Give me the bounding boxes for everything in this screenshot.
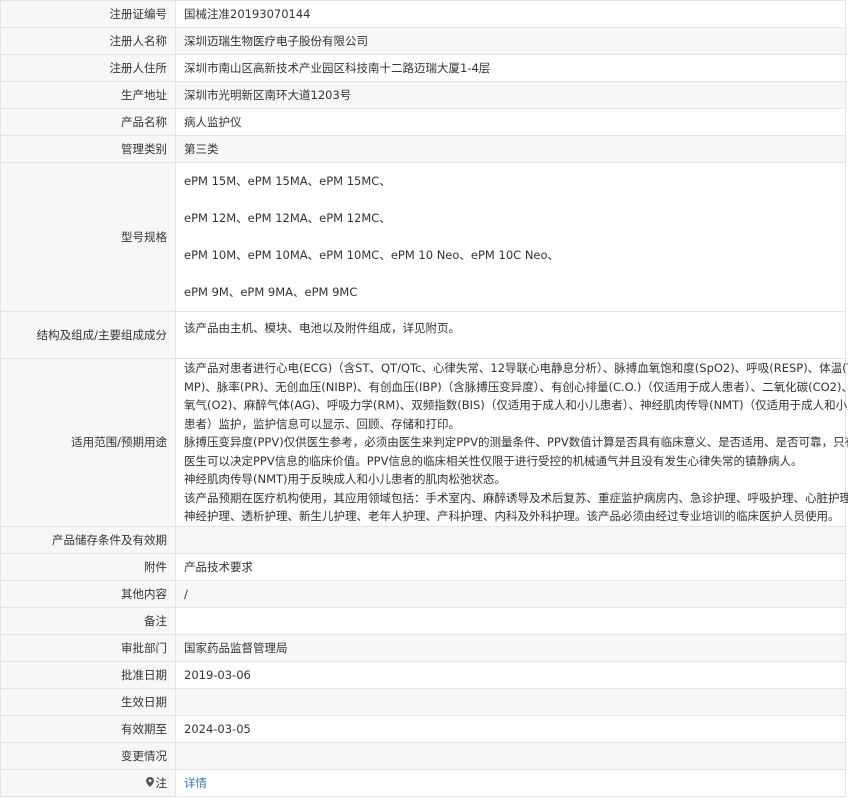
- value-category: 第三类: [175, 135, 846, 163]
- value-approval-dept: 国家药品监督管理局: [175, 633, 846, 662]
- row-effective-date: 生效日期: [0, 687, 846, 716]
- label-category: 管理类别: [0, 135, 176, 163]
- label-storage: 产品储存条件及有效期: [0, 525, 176, 554]
- usage-line: 医生可以决定PPV信息的临床价值。PPV信息的临床相关性仅限于进行受控的机械通气…: [184, 453, 803, 468]
- row-approval-date: 批准日期 2019-03-06: [0, 660, 846, 689]
- label-approval-date: 批准日期: [0, 660, 176, 689]
- usage-line: 脉搏压变异度(PPV)仅供医生参考，必须由医生来判定PPV的测量条件、PPV数值…: [184, 435, 848, 449]
- label-other: 其他内容: [0, 579, 176, 608]
- usage-line: 神经肌肉传导(NMT)用于反映成人和小儿患者的肌肉松弛状态。: [184, 472, 507, 486]
- label-effective-date: 生效日期: [0, 687, 176, 716]
- row-storage: 产品储存条件及有效期: [0, 525, 846, 554]
- value-effective-date: [175, 687, 846, 716]
- value-remarks: [175, 606, 846, 635]
- usage-line: 患者）监护，监护信息可以显示、回顾、存储和打印。: [184, 416, 460, 431]
- label-registrant-address: 注册人住所: [0, 54, 176, 82]
- row-models: 型号规格 ePM 15M、ePM 15MA、ePM 15MC、 ePM 12M、…: [0, 162, 846, 312]
- row-category: 管理类别 第三类: [0, 135, 846, 163]
- label-changes: 变更情况: [0, 741, 176, 770]
- label-note: 注: [155, 775, 168, 790]
- row-approval-dept: 审批部门 国家药品监督管理局: [0, 633, 846, 662]
- value-note-cell: 详情: [175, 768, 846, 797]
- value-production-address: 深圳市光明新区南环大道1203号: [175, 81, 846, 109]
- registration-detail-table: 注册证编号 国械注准20193070144 注册人名称 深圳迈瑞生物医疗电子股份…: [0, 0, 848, 797]
- value-registrant-address: 深圳市南山区高新技术产业园区科技南十二路迈瑞大厦1-4层: [175, 54, 846, 82]
- value-changes: [175, 741, 846, 770]
- label-registrant-name: 注册人名称: [0, 27, 176, 55]
- row-usage: 适用范围/预期用途 该产品对患者进行心电(ECG)（含ST、QT/QTc、心律失…: [0, 358, 848, 527]
- model-line: ePM 15M、ePM 15MA、ePM 15MC、: [184, 174, 391, 188]
- model-line: ePM 9M、ePM 9MA、ePM 9MC: [184, 285, 358, 299]
- row-reg-no: 注册证编号 国械注准20193070144: [0, 0, 846, 28]
- value-registrant-name: 深圳迈瑞生物医疗电子股份有限公司: [175, 27, 846, 55]
- usage-line: MP)、脉率(PR)、无创血压(NIBP)、有创血压(IBP)（含脉搏压变异度）…: [184, 379, 848, 394]
- value-valid-until: 2024-03-05: [175, 714, 846, 743]
- value-approval-date: 2019-03-06: [175, 660, 846, 689]
- usage-line: 该产品对患者进行心电(ECG)（含ST、QT/QTc、心律失常、12导联心电静息…: [184, 361, 848, 375]
- value-models: ePM 15M、ePM 15MA、ePM 15MC、 ePM 12M、ePM 1…: [175, 162, 846, 312]
- model-line: ePM 12M、ePM 12MA、ePM 12MC、: [184, 211, 391, 225]
- label-reg-no: 注册证编号: [0, 0, 176, 28]
- label-remarks: 备注: [0, 606, 176, 635]
- label-product-name: 产品名称: [0, 108, 176, 136]
- value-product-name: 病人监护仪: [175, 108, 846, 136]
- label-production-address: 生产地址: [0, 81, 176, 109]
- row-production-address: 生产地址 深圳市光明新区南环大道1203号: [0, 81, 846, 109]
- value-structure: 该产品由主机、模块、电池以及附件组成，详见附页。: [175, 311, 846, 359]
- details-link[interactable]: 详情: [184, 776, 207, 790]
- row-note: 注 详情: [0, 768, 846, 797]
- location-pin-icon: [145, 776, 154, 790]
- value-other: /: [175, 579, 846, 608]
- row-registrant-name: 注册人名称 深圳迈瑞生物医疗电子股份有限公司: [0, 27, 846, 55]
- row-product-name: 产品名称 病人监护仪: [0, 108, 846, 136]
- usage-line: 该产品预期在医疗机构使用，其应用领域包括：手术室内、麻醉诱导及术后复苏、重症监护…: [184, 490, 848, 505]
- row-other: 其他内容 /: [0, 579, 846, 608]
- row-remarks: 备注: [0, 606, 846, 635]
- label-valid-until: 有效期至: [0, 714, 176, 743]
- value-storage: [175, 525, 846, 554]
- label-approval-dept: 审批部门: [0, 633, 176, 662]
- label-models: 型号规格: [0, 162, 176, 312]
- value-reg-no: 国械注准20193070144: [175, 0, 846, 28]
- usage-line: 氧气(O2)、麻醉气体(AG)、呼吸力学(RM)、双频指数(BIS)（仅适用于成…: [184, 398, 848, 412]
- label-attachment: 附件: [0, 552, 176, 581]
- row-registrant-address: 注册人住所 深圳市南山区高新技术产业园区科技南十二路迈瑞大厦1-4层: [0, 54, 846, 82]
- row-valid-until: 有效期至 2024-03-05: [0, 714, 846, 743]
- value-usage: 该产品对患者进行心电(ECG)（含ST、QT/QTc、心律失常、12导联心电静息…: [175, 358, 848, 527]
- value-attachment: 产品技术要求: [175, 552, 846, 581]
- label-structure: 结构及组成/主要组成成分: [0, 311, 176, 359]
- row-changes: 变更情况: [0, 741, 846, 770]
- label-usage: 适用范围/预期用途: [0, 358, 176, 527]
- model-line: ePM 10M、ePM 10MA、ePM 10MC、ePM 10 Neo、ePM…: [184, 248, 560, 262]
- usage-line: 神经护理、透析护理、新生儿护理、老年人护理、产科护理、内科及外科护理。该产品必须…: [184, 509, 840, 523]
- row-attachment: 附件 产品技术要求: [0, 552, 846, 581]
- row-structure: 结构及组成/主要组成成分 该产品由主机、模块、电池以及附件组成，详见附页。: [0, 311, 846, 359]
- label-note-cell: 注: [0, 768, 176, 797]
